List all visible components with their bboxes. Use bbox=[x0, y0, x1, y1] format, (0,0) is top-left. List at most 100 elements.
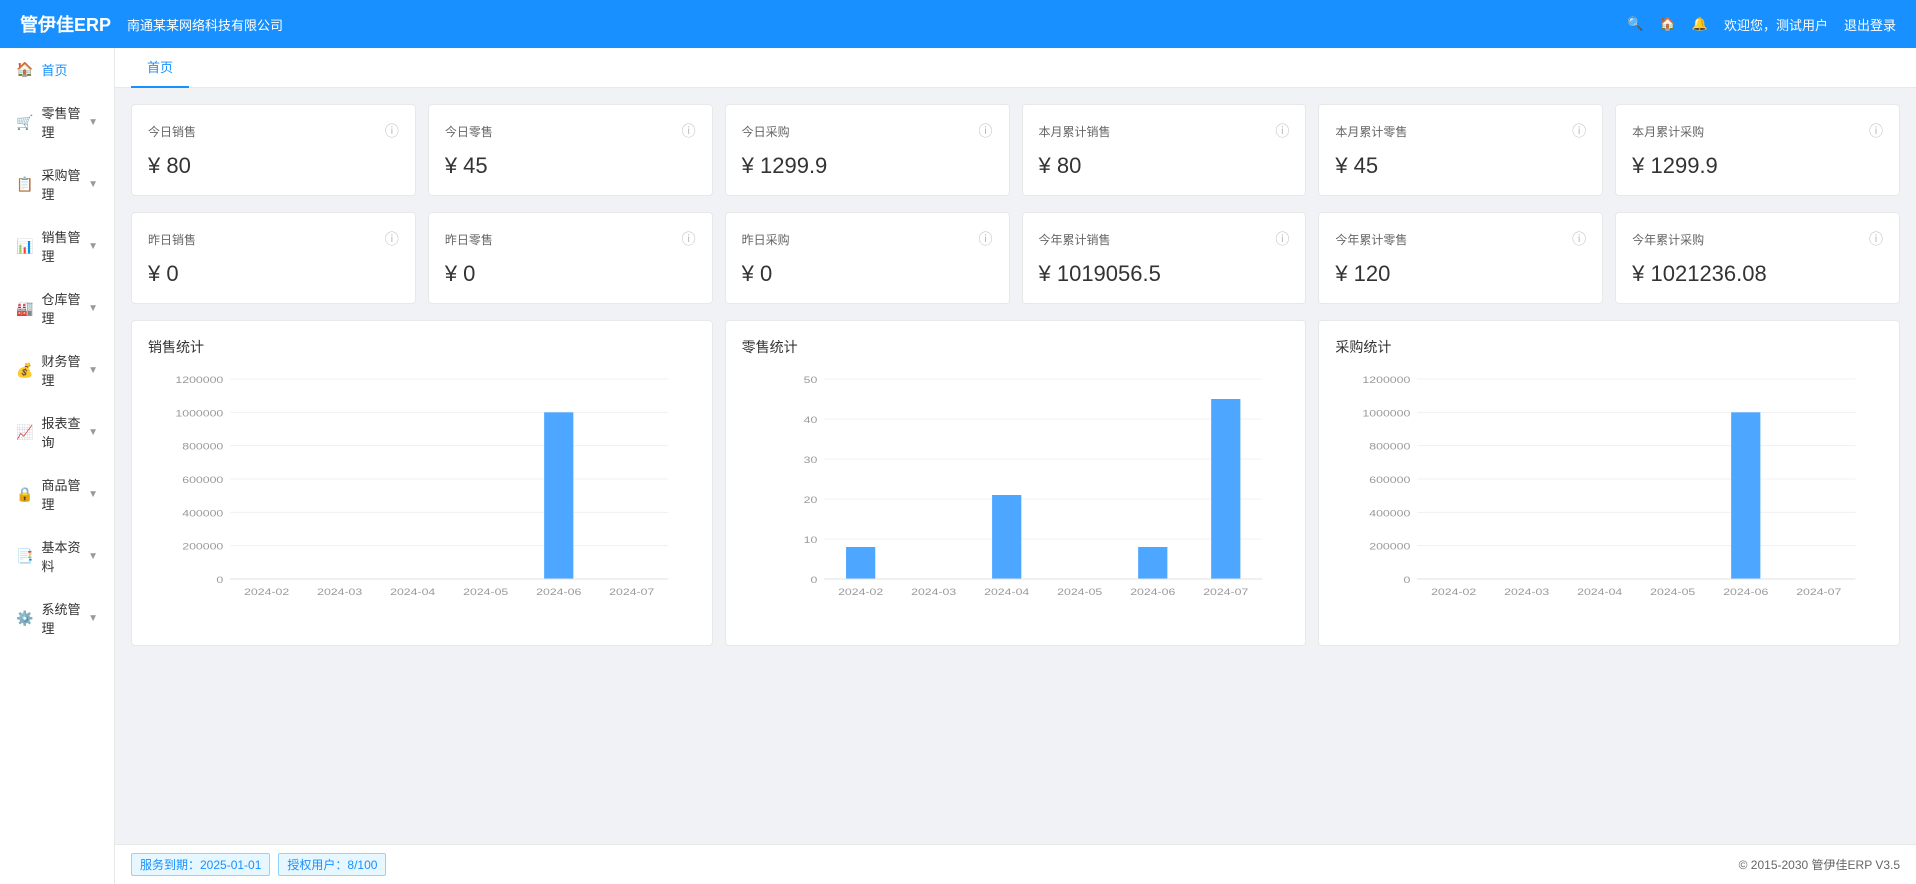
svg-text:800000: 800000 bbox=[1370, 442, 1411, 452]
svg-text:400000: 400000 bbox=[182, 509, 223, 519]
charts-grid: 销售统计 0 200000 400000 600000 800000 1000000 1200… bbox=[131, 320, 1900, 646]
home-icon[interactable]: 🏠 bbox=[1660, 16, 1676, 32]
svg-text:2024-05: 2024-05 bbox=[1057, 587, 1102, 597]
sidebar-item-label: 商品管理 bbox=[41, 475, 88, 513]
sidebar-item-label: 系统管理 bbox=[41, 599, 88, 637]
info-icon[interactable]: ⓘ bbox=[1869, 121, 1883, 141]
finance-icon: 💰 bbox=[16, 362, 33, 379]
svg-text:2024-03: 2024-03 bbox=[911, 587, 956, 597]
stat-value: ¥ 1019056.5 bbox=[1039, 261, 1290, 287]
sidebar-item-basic[interactable]: 📑 基本资料 ▼ bbox=[0, 525, 114, 587]
info-icon[interactable]: ⓘ bbox=[1869, 229, 1883, 249]
info-icon[interactable]: ⓘ bbox=[1275, 229, 1289, 249]
svg-text:1000000: 1000000 bbox=[1363, 409, 1411, 419]
stat-title: 本月累计零售 ⓘ bbox=[1335, 121, 1586, 141]
chart-card: 零售统计010203040502024-022024-032024-042024… bbox=[725, 320, 1307, 646]
sidebar-item-label: 基本资料 bbox=[41, 537, 88, 575]
stat-card: 今年累计采购 ⓘ ¥ 1021236.08 bbox=[1615, 212, 1900, 304]
chevron-down-icon: ▼ bbox=[88, 427, 98, 438]
page-content: 今日销售 ⓘ ¥ 80 今日零售 ⓘ ¥ 45 今日采购 ⓘ ¥ 1299.9 … bbox=[115, 88, 1916, 844]
stat-title: 今年累计销售 ⓘ bbox=[1039, 229, 1290, 249]
sidebar-item-label: 采购管理 bbox=[41, 165, 88, 203]
svg-text:2024-07: 2024-07 bbox=[1797, 587, 1842, 597]
info-icon[interactable]: ⓘ bbox=[385, 121, 399, 141]
info-icon[interactable]: ⓘ bbox=[1572, 229, 1586, 249]
search-icon[interactable]: 🔍 bbox=[1627, 16, 1643, 32]
main-layout: 🏠 首页 🛒 零售管理 ▼ 📋 采购管理 ▼ 📊 销售管理 ▼ 🏭 仓库管理 ▼… bbox=[0, 48, 1916, 884]
svg-text:40: 40 bbox=[803, 415, 817, 425]
svg-text:2024-04: 2024-04 bbox=[1577, 587, 1622, 597]
stats-row1: 今日销售 ⓘ ¥ 80 今日零售 ⓘ ¥ 45 今日采购 ⓘ ¥ 1299.9 … bbox=[131, 104, 1900, 196]
chevron-down-icon: ▼ bbox=[88, 489, 98, 500]
stat-card: 今年累计销售 ⓘ ¥ 1019056.5 bbox=[1022, 212, 1307, 304]
sidebar-item-purchase[interactable]: 📋 采购管理 ▼ bbox=[0, 153, 114, 215]
svg-text:800000: 800000 bbox=[182, 442, 223, 452]
svg-text:200000: 200000 bbox=[182, 542, 223, 552]
welcome-text: 欢迎您，测试用户 bbox=[1724, 15, 1828, 34]
users-badge: 授权用户：8/100 bbox=[278, 853, 386, 876]
info-icon[interactable]: ⓘ bbox=[979, 229, 993, 249]
stat-value: ¥ 1299.9 bbox=[742, 153, 993, 179]
retail-icon: 🛒 bbox=[16, 114, 33, 131]
logout-button[interactable]: 退出登录 bbox=[1844, 15, 1896, 34]
stat-title: 今日销售 ⓘ bbox=[148, 121, 399, 141]
sidebar-item-label: 财务管理 bbox=[41, 351, 88, 389]
svg-text:10: 10 bbox=[803, 535, 817, 545]
info-icon[interactable]: ⓘ bbox=[1572, 121, 1586, 141]
stat-card: 今日销售 ⓘ ¥ 80 bbox=[131, 104, 416, 196]
stat-value: ¥ 120 bbox=[1335, 261, 1586, 287]
chevron-down-icon: ▼ bbox=[88, 241, 98, 252]
svg-text:0: 0 bbox=[1404, 575, 1411, 585]
info-icon[interactable]: ⓘ bbox=[682, 229, 696, 249]
sidebar-item-retail[interactable]: 🛒 零售管理 ▼ bbox=[0, 91, 114, 153]
svg-text:2024-02: 2024-02 bbox=[1431, 587, 1476, 597]
system-icon: ⚙️ bbox=[16, 610, 33, 627]
sidebar-item-sales[interactable]: 📊 销售管理 ▼ bbox=[0, 215, 114, 277]
stat-card: 本月累计零售 ⓘ ¥ 45 bbox=[1318, 104, 1603, 196]
sidebar-item-system[interactable]: ⚙️ 系统管理 ▼ bbox=[0, 587, 114, 649]
chart-title: 销售统计 bbox=[148, 337, 696, 357]
sidebar: 🏠 首页 🛒 零售管理 ▼ 📋 采购管理 ▼ 📊 销售管理 ▼ 🏭 仓库管理 ▼… bbox=[0, 48, 115, 884]
stat-title: 本月累计销售 ⓘ bbox=[1039, 121, 1290, 141]
svg-text:30: 30 bbox=[803, 455, 817, 465]
svg-text:1200000: 1200000 bbox=[175, 375, 223, 385]
svg-text:2024-06: 2024-06 bbox=[536, 587, 581, 597]
bell-icon[interactable]: 🔔 bbox=[1692, 16, 1708, 32]
home-nav-icon: 🏠 bbox=[16, 61, 33, 78]
sidebar-item-finance[interactable]: 💰 财务管理 ▼ bbox=[0, 339, 114, 401]
sidebar-item-label: 销售管理 bbox=[41, 227, 88, 265]
tab-bar: 首页 bbox=[115, 48, 1916, 88]
stat-title: 今年累计零售 ⓘ bbox=[1335, 229, 1586, 249]
stat-card: 今日采购 ⓘ ¥ 1299.9 bbox=[725, 104, 1010, 196]
report-icon: 📈 bbox=[16, 424, 33, 441]
info-icon[interactable]: ⓘ bbox=[385, 229, 399, 249]
sidebar-item-goods[interactable]: 🔒 商品管理 ▼ bbox=[0, 463, 114, 525]
svg-text:2024-05: 2024-05 bbox=[1650, 587, 1695, 597]
purchase-icon: 📋 bbox=[16, 176, 33, 193]
stat-value: ¥ 0 bbox=[742, 261, 993, 287]
stat-card: 昨日零售 ⓘ ¥ 0 bbox=[428, 212, 713, 304]
stat-title: 昨日采购 ⓘ bbox=[742, 229, 993, 249]
svg-text:2024-02: 2024-02 bbox=[838, 587, 883, 597]
svg-text:0: 0 bbox=[810, 575, 817, 585]
svg-text:2024-03: 2024-03 bbox=[317, 587, 362, 597]
sidebar-item-home[interactable]: 🏠 首页 bbox=[0, 48, 114, 91]
info-icon[interactable]: ⓘ bbox=[682, 121, 696, 141]
svg-text:2024-05: 2024-05 bbox=[463, 587, 508, 597]
sidebar-item-report[interactable]: 📈 报表查询 ▼ bbox=[0, 401, 114, 463]
info-icon[interactable]: ⓘ bbox=[979, 121, 993, 141]
stat-title: 今日采购 ⓘ bbox=[742, 121, 993, 141]
stat-value: ¥ 80 bbox=[148, 153, 399, 179]
svg-text:2024-04: 2024-04 bbox=[390, 587, 435, 597]
sidebar-item-warehouse[interactable]: 🏭 仓库管理 ▼ bbox=[0, 277, 114, 339]
chart-card: 销售统计020000040000060000080000010000001200… bbox=[131, 320, 713, 646]
svg-text:2024-04: 2024-04 bbox=[984, 587, 1029, 597]
info-icon[interactable]: ⓘ bbox=[1275, 121, 1289, 141]
stat-card: 今日零售 ⓘ ¥ 45 bbox=[428, 104, 713, 196]
chevron-down-icon: ▼ bbox=[88, 613, 98, 624]
basic-icon: 📑 bbox=[16, 548, 33, 565]
tab-home[interactable]: 首页 bbox=[131, 48, 189, 88]
stat-value: ¥ 80 bbox=[1039, 153, 1290, 179]
svg-text:600000: 600000 bbox=[182, 475, 223, 485]
chart-container: 010203040502024-022024-032024-042024-052… bbox=[742, 369, 1290, 629]
